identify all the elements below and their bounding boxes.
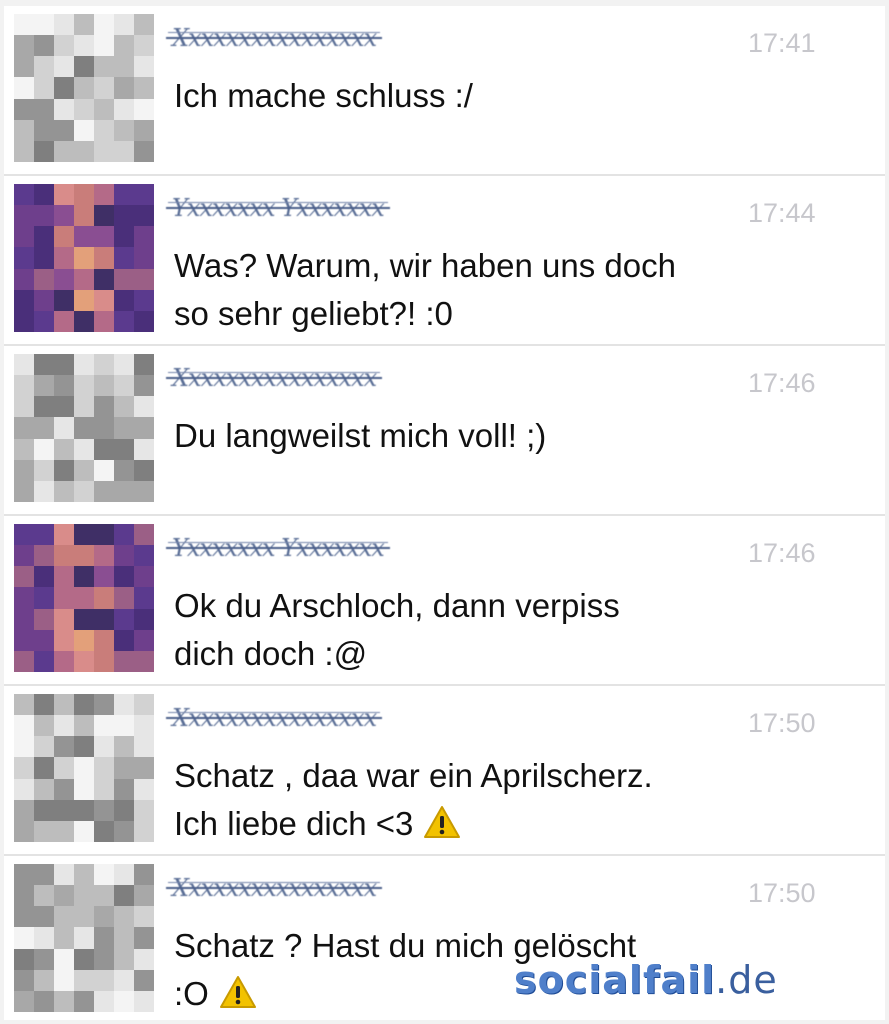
watermark-name: socialfail <box>514 958 716 1002</box>
message-row[interactable]: Yxxxxxxx Yxxxxxxx 17:44 Was? Warum, wir … <box>4 176 885 346</box>
message-time: 17:46 <box>748 368 816 398</box>
watermark-logo: socialfail.de <box>514 958 778 1002</box>
message-text: Was? Warum, wir haben uns doch so sehr g… <box>174 242 814 338</box>
message-text: Ich mache schluss :/ <box>174 72 814 120</box>
sender-name: Yxxxxxxx Yxxxxxxx <box>166 534 390 562</box>
message-row[interactable]: Yxxxxxxx Yxxxxxxx 17:46 Ok du Arschloch,… <box>4 516 885 686</box>
message-line: Schatz , daa war ein Aprilscherz. <box>174 757 653 794</box>
avatar[interactable] <box>14 184 154 332</box>
message-text: Du langweilst mich voll! ;) <box>174 412 814 460</box>
message-time: 17:46 <box>748 538 816 568</box>
avatar[interactable] <box>14 14 154 162</box>
message-line: Ich liebe dich <3 <box>174 800 814 852</box>
message-row[interactable]: Xxxxxxxxxxxxxxxx 17:41 Ich mache schluss… <box>4 6 885 176</box>
message-time: 17:44 <box>748 198 816 228</box>
message-row[interactable]: Xxxxxxxxxxxxxxxx 17:46 Du langweilst mic… <box>4 346 885 516</box>
sender-name: Yxxxxxxx Yxxxxxxx <box>166 194 390 222</box>
message-row[interactable]: Xxxxxxxxxxxxxxxx 17:50 Schatz , daa war … <box>4 686 885 856</box>
avatar[interactable] <box>14 354 154 502</box>
sender-name: Xxxxxxxxxxxxxxxx <box>165 364 383 392</box>
message-line: so sehr geliebt?! :0 <box>174 295 453 332</box>
chat-list: Xxxxxxxxxxxxxxxx 17:41 Ich mache schluss… <box>4 6 885 1020</box>
warning-icon <box>219 974 257 1022</box>
sender-name: Xxxxxxxxxxxxxxxx <box>165 874 383 902</box>
message-line: Was? Warum, wir haben uns doch <box>174 247 676 284</box>
message-time: 17:50 <box>748 708 816 738</box>
avatar[interactable] <box>14 694 154 842</box>
warning-icon <box>423 804 461 852</box>
message-text: Schatz , daa war ein Aprilscherz. Ich li… <box>174 752 814 852</box>
message-line: Ok du Arschloch, dann verpiss <box>174 587 620 624</box>
sender-name: Xxxxxxxxxxxxxxxx <box>165 24 383 52</box>
message-time: 17:50 <box>748 878 816 908</box>
watermark-tld: .de <box>715 958 778 1002</box>
message-line-text: :O <box>174 975 209 1012</box>
message-line: Du langweilst mich voll! ;) <box>174 417 547 454</box>
message-line: dich doch :@ <box>174 635 368 672</box>
message-line: Ich mache schluss :/ <box>174 77 473 114</box>
avatar[interactable] <box>14 864 154 1012</box>
avatar[interactable] <box>14 524 154 672</box>
sender-name: Xxxxxxxxxxxxxxxx <box>165 704 383 732</box>
message-line-text: Ich liebe dich <3 <box>174 805 414 842</box>
message-time: 17:41 <box>748 28 816 58</box>
message-text: Ok du Arschloch, dann verpiss dich doch … <box>174 582 814 678</box>
